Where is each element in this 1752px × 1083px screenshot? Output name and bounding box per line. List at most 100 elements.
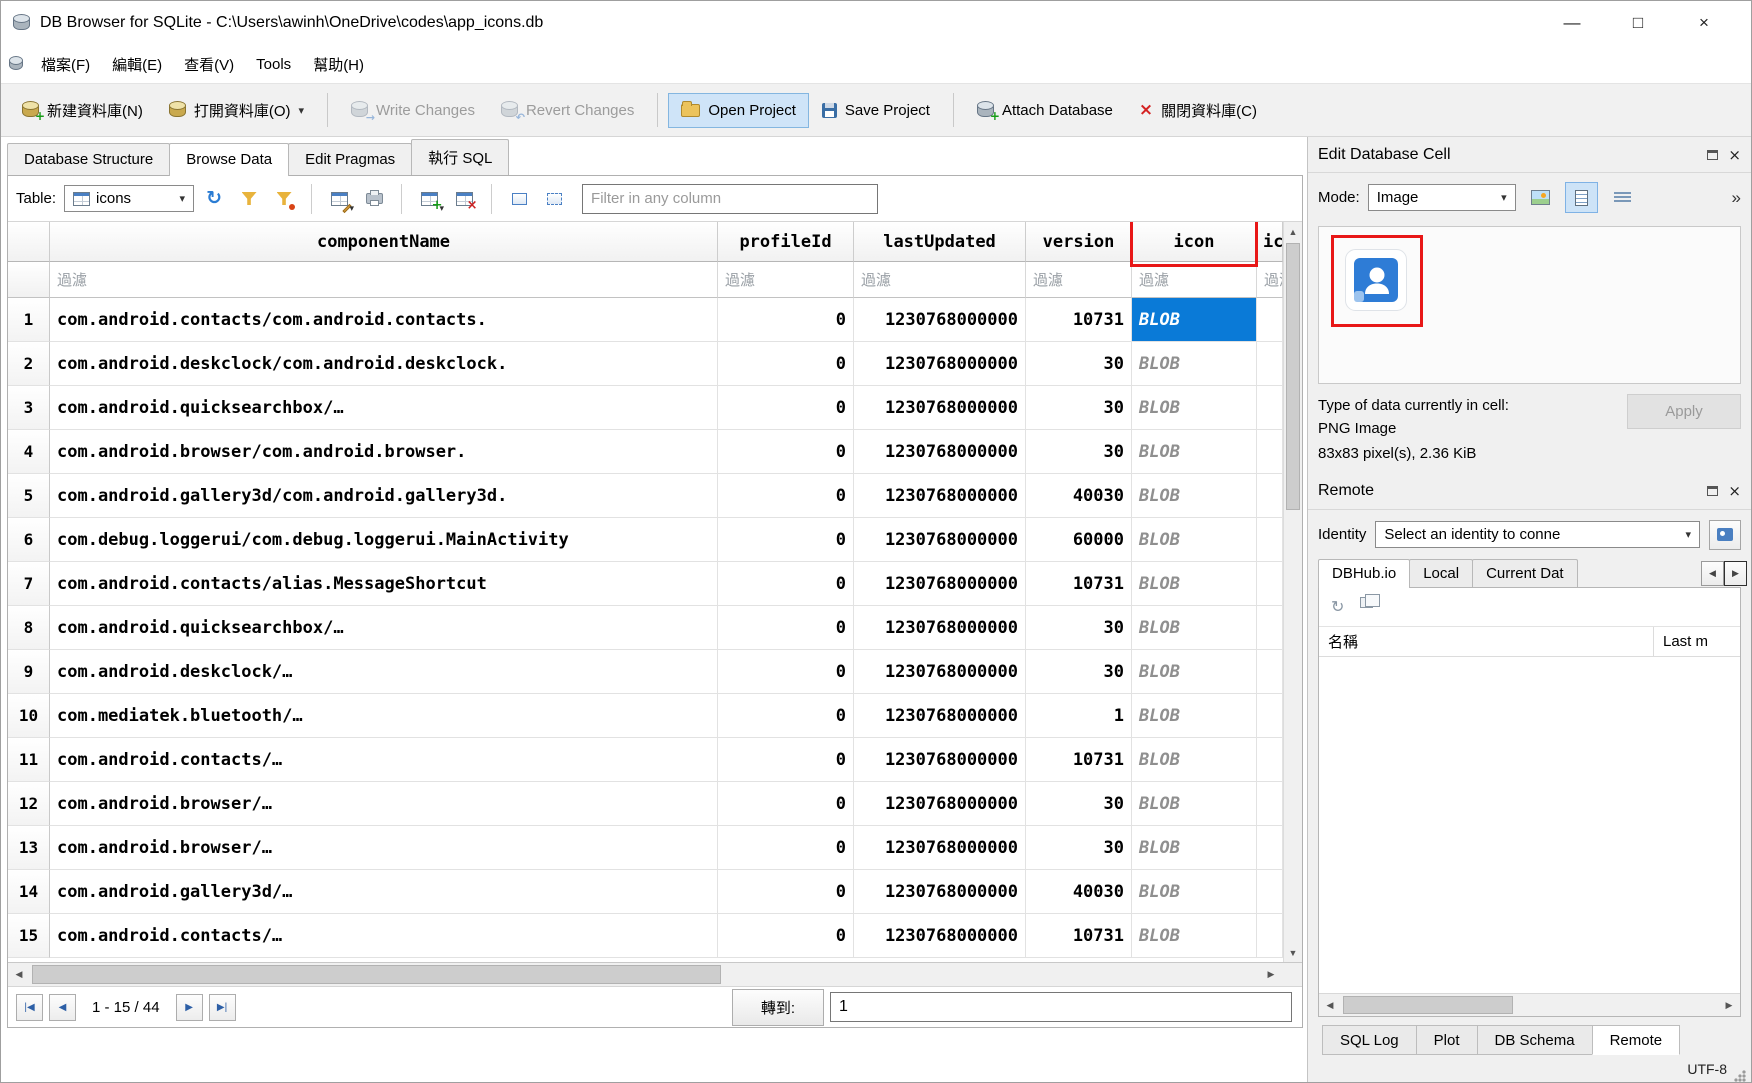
clear-filters-button[interactable] <box>234 184 264 214</box>
cell-componentName[interactable]: com.android.deskclock/… <box>50 650 718 694</box>
apply-button[interactable]: Apply <box>1627 394 1741 429</box>
new-database-button[interactable]: 新建資料庫(N) <box>9 91 156 130</box>
scroll-left-button[interactable]: ◀ <box>8 963 30 986</box>
row-header[interactable]: 9 <box>8 650 50 694</box>
cell-version[interactable]: 30 <box>1026 650 1132 694</box>
column-header-profileId[interactable]: profileId <box>718 222 854 262</box>
vertical-scroll-thumb[interactable] <box>1286 243 1300 510</box>
cell-componentName[interactable]: com.android.contacts/… <box>50 738 718 782</box>
column-header-overflow[interactable]: ic <box>1257 222 1283 262</box>
identity-select[interactable]: Select an identity to conne ▾ <box>1375 521 1700 548</box>
cell-overflow[interactable] <box>1257 474 1283 518</box>
table-select[interactable]: icons ▾ <box>64 185 194 212</box>
horizontal-scroll-track[interactable] <box>30 963 1260 986</box>
row-header[interactable]: 4 <box>8 430 50 474</box>
open-database-button[interactable]: 打開資料庫(O) ▾ <box>156 91 317 130</box>
cell-componentName[interactable]: com.android.quicksearchbox/… <box>50 386 718 430</box>
cell-componentName[interactable]: com.android.gallery3d/… <box>50 870 718 914</box>
cell-profileId[interactable]: 0 <box>718 650 854 694</box>
cell-componentName[interactable]: com.android.contacts/alias.MessageShortc… <box>50 562 718 606</box>
tab-database-structure[interactable]: Database Structure <box>7 143 170 175</box>
cell-icon[interactable]: BLOB <box>1132 430 1257 474</box>
cell-version[interactable]: 30 <box>1026 430 1132 474</box>
filter-version[interactable]: 過濾 <box>1026 262 1132 298</box>
toolbar-overflow-button[interactable]: » <box>1732 188 1741 208</box>
tab-remote[interactable]: Remote <box>1592 1025 1681 1055</box>
tab-sql-log[interactable]: SQL Log <box>1322 1025 1417 1055</box>
row-header[interactable]: 13 <box>8 826 50 870</box>
cell-componentName[interactable]: com.android.quicksearchbox/… <box>50 606 718 650</box>
tab-dbhub[interactable]: DBHub.io <box>1318 559 1410 588</box>
filter-icon-column[interactable]: 過濾 <box>1132 262 1257 298</box>
cell-icon[interactable]: BLOB <box>1132 518 1257 562</box>
remote-scroll-track[interactable] <box>1341 994 1718 1016</box>
cell-version[interactable]: 10731 <box>1026 738 1132 782</box>
import-data-button[interactable] <box>1524 182 1557 213</box>
menu-view[interactable]: 查看(V) <box>174 48 244 81</box>
cell-version[interactable]: 40030 <box>1026 870 1132 914</box>
cell-componentName[interactable]: com.android.browser/… <box>50 782 718 826</box>
encoding-indicator[interactable]: UTF-8 <box>1687 1061 1727 1077</box>
tab-execute-sql[interactable]: 執行 SQL <box>411 139 509 175</box>
word-wrap-button[interactable] <box>1606 182 1639 213</box>
cell-icon[interactable]: BLOB <box>1132 914 1257 958</box>
cell-profileId[interactable]: 0 <box>718 298 854 342</box>
cell-overflow[interactable] <box>1257 518 1283 562</box>
cell-version[interactable]: 10731 <box>1026 298 1132 342</box>
cell-version[interactable]: 30 <box>1026 386 1132 430</box>
cell-icon[interactable]: BLOB <box>1132 474 1257 518</box>
row-header[interactable]: 1 <box>8 298 50 342</box>
remote-horizontal-scrollbar[interactable]: ◀ ▶ <box>1319 993 1740 1016</box>
close-panel-icon[interactable]: × <box>1728 146 1741 164</box>
next-page-button[interactable]: ▶ <box>176 994 203 1021</box>
scroll-right-button[interactable]: ▶ <box>1260 963 1282 986</box>
refresh-button[interactable]: ↻ <box>199 184 229 214</box>
cell-overflow[interactable] <box>1257 914 1283 958</box>
open-database-dropdown-icon[interactable]: ▾ <box>299 104 305 117</box>
cell-componentName[interactable]: com.android.gallery3d/com.android.galler… <box>50 474 718 518</box>
row-header[interactable]: 7 <box>8 562 50 606</box>
first-record-button[interactable]: |◀ <box>16 994 43 1021</box>
cell-profileId[interactable]: 0 <box>718 518 854 562</box>
cell-profileId[interactable]: 0 <box>718 342 854 386</box>
cell-version[interactable]: 10731 <box>1026 914 1132 958</box>
cell-icon[interactable]: BLOB <box>1132 870 1257 914</box>
new-record-button[interactable]: ▾ <box>414 184 444 214</box>
goto-input[interactable] <box>830 992 1292 1022</box>
cell-icon[interactable]: BLOB <box>1132 650 1257 694</box>
remote-scroll-thumb[interactable] <box>1343 996 1513 1014</box>
filter-lastUpdated[interactable]: 過濾 <box>854 262 1026 298</box>
row-header[interactable]: 5 <box>8 474 50 518</box>
filter-profileId[interactable]: 過濾 <box>718 262 854 298</box>
remote-clone-icon[interactable] <box>1360 597 1373 608</box>
cell-componentName[interactable]: com.debug.loggerui/com.debug.loggerui.Ma… <box>50 518 718 562</box>
horizontal-scroll-thumb[interactable] <box>32 965 721 984</box>
scroll-down-button[interactable]: ▼ <box>1284 943 1302 962</box>
cell-lastUpdated[interactable]: 1230768000000 <box>854 474 1026 518</box>
tab-db-schema[interactable]: DB Schema <box>1477 1025 1593 1055</box>
cell-profileId[interactable]: 0 <box>718 782 854 826</box>
cell-icon[interactable]: BLOB <box>1132 694 1257 738</box>
cell-profileId[interactable]: 0 <box>718 430 854 474</box>
cell-version[interactable]: 60000 <box>1026 518 1132 562</box>
cell-profileId[interactable]: 0 <box>718 914 854 958</box>
cell-lastUpdated[interactable]: 1230768000000 <box>854 562 1026 606</box>
tab-current-database[interactable]: Current Dat <box>1472 559 1578 587</box>
open-project-button[interactable]: Open Project <box>668 93 809 128</box>
save-project-button[interactable]: Save Project <box>809 93 943 128</box>
cell-componentName[interactable]: com.android.deskclock/com.android.deskcl… <box>50 342 718 386</box>
cell-lastUpdated[interactable]: 1230768000000 <box>854 826 1026 870</box>
vertical-scrollbar[interactable]: ▲ ▼ <box>1283 222 1302 962</box>
cell-overflow[interactable] <box>1257 298 1283 342</box>
cell-lastUpdated[interactable]: 1230768000000 <box>854 386 1026 430</box>
resize-grip[interactable] <box>1733 1069 1746 1082</box>
undock-icon[interactable] <box>1707 150 1718 160</box>
cell-overflow[interactable] <box>1257 342 1283 386</box>
cell-version[interactable]: 30 <box>1026 606 1132 650</box>
cell-componentName[interactable]: com.android.browser/com.android.browser. <box>50 430 718 474</box>
cell-icon[interactable]: BLOB <box>1132 298 1257 342</box>
save-filter-button[interactable] <box>269 184 299 214</box>
cell-lastUpdated[interactable]: 1230768000000 <box>854 650 1026 694</box>
cell-overflow[interactable] <box>1257 738 1283 782</box>
tab-plot[interactable]: Plot <box>1416 1025 1478 1055</box>
